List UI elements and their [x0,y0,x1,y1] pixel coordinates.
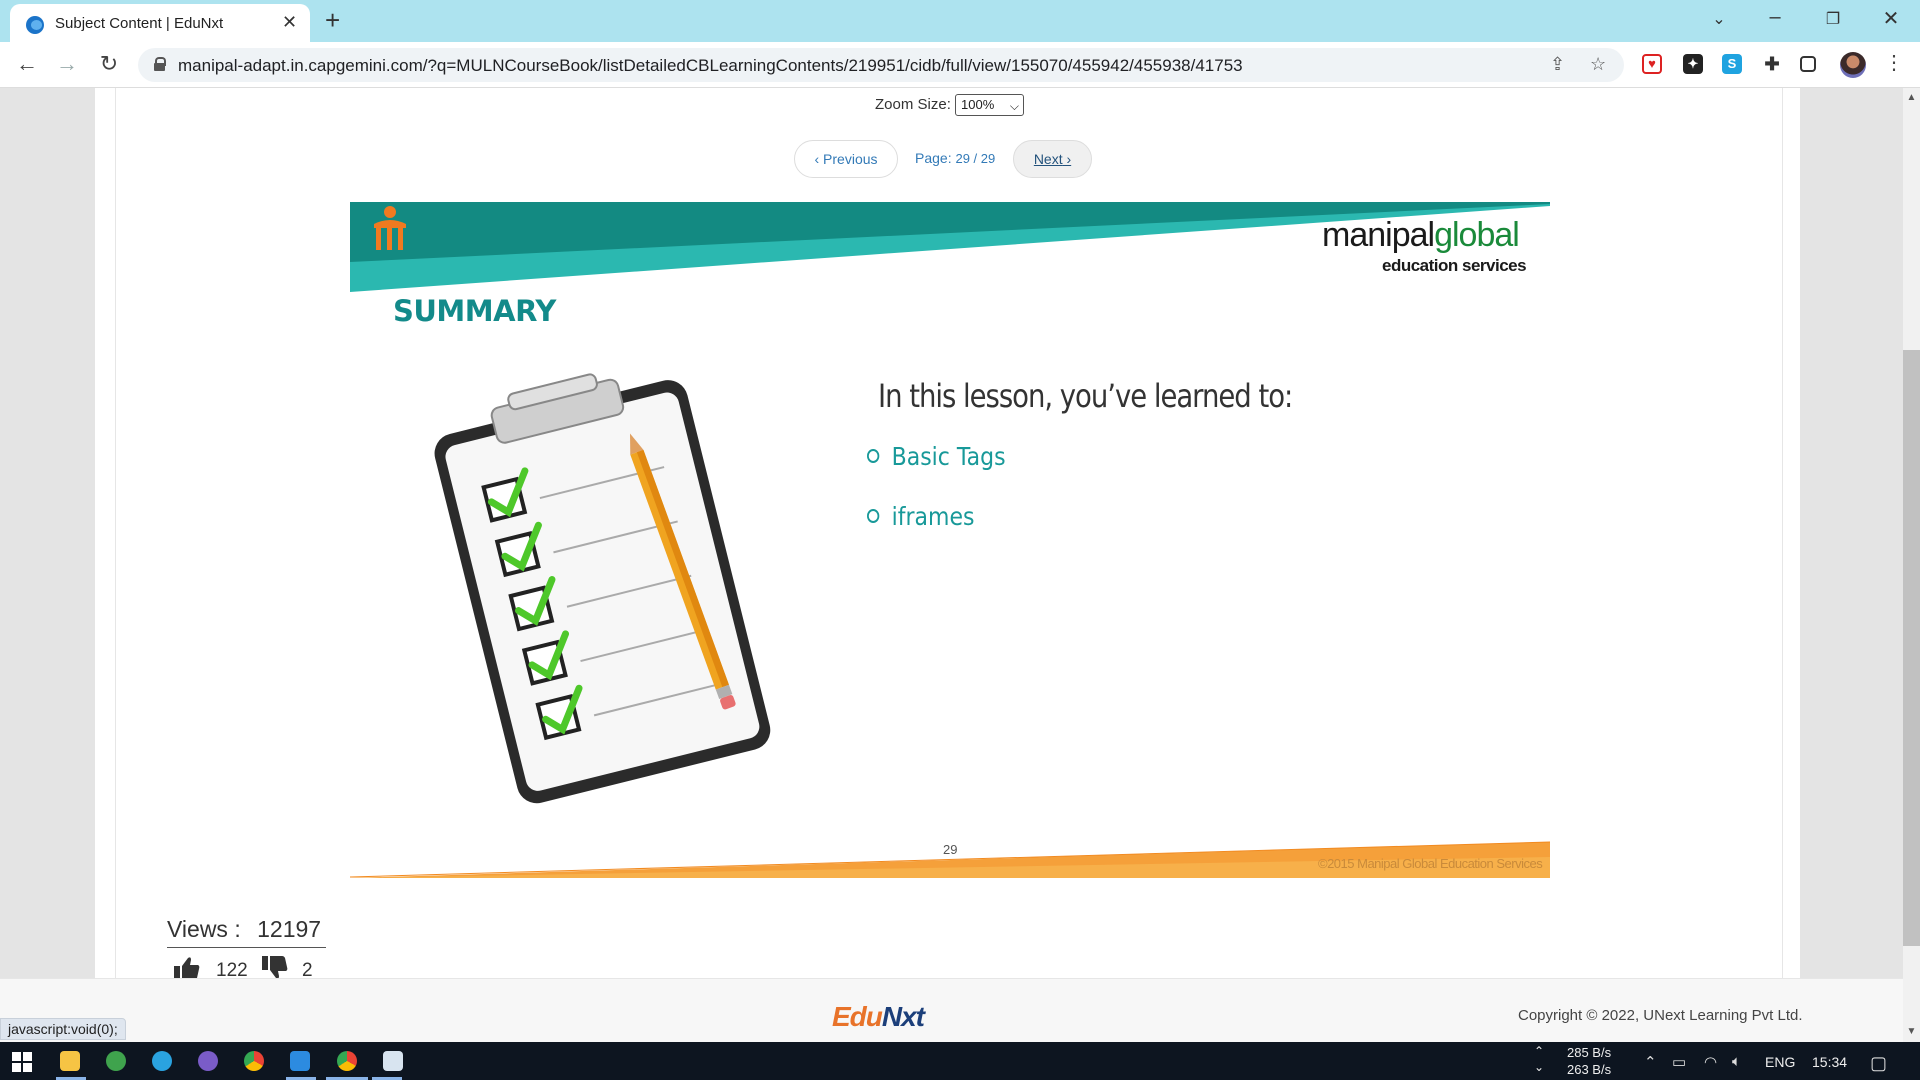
forward-icon[interactable]: → [52,51,82,77]
lesson-heading: In this lesson, you’ve learned to: [878,377,1293,415]
browser-tab[interactable]: Subject Content | EduNxt ✕ [10,4,310,42]
side-panel-icon[interactable] [1800,56,1816,72]
bullet-item: Basic Tags [867,442,1006,471]
scrollbar-thumb[interactable] [1903,350,1920,946]
previous-button[interactable]: ‹ Previous [794,140,898,178]
telegram-icon[interactable] [152,1051,172,1071]
edunxt-logo: EduNxt [832,1001,925,1032]
profile-avatar[interactable] [1840,52,1866,78]
photos-app-icon[interactable] [383,1051,403,1071]
url-field[interactable]: manipal-adapt.in.capgemini.com/?q=MULNCo… [138,48,1624,82]
reload-icon[interactable]: ↻ [94,51,124,77]
views-counter: Views : 12197 [167,916,321,943]
bullet-text: Basic Tags [891,442,1006,471]
page-label: Page: [915,150,952,166]
media-app-icon[interactable] [198,1051,218,1071]
close-tab-icon[interactable]: ✕ [282,12,297,33]
tab-strip: Subject Content | EduNxt ✕ + ⌄ – ❐ ✕ [0,0,1920,42]
extensions-puzzle-icon[interactable]: ✚ [1762,54,1782,74]
net-up-arrow-icon: ⌃ [1534,1044,1545,1058]
views-label: Views : [167,916,241,942]
next-label: Next [1033,151,1063,167]
previous-label: Previous [823,151,878,167]
chrome-icon[interactable] [244,1051,264,1071]
lock-icon[interactable] [154,57,166,71]
zoom-select[interactable]: 100% ⌵ [955,94,1024,116]
bullet-item: iframes [867,502,974,531]
footer-copyright: Copyright © 2022, UNext Learning Pvt Ltd… [1518,1007,1803,1024]
zoom-value: 100% [961,97,995,112]
chevron-right-icon: › [1066,151,1072,167]
share-icon[interactable]: ⇪ [1550,54,1565,75]
wifi-icon[interactable]: ◠ [1704,1053,1717,1071]
scroll-up-icon[interactable]: ▲ [1903,92,1920,103]
notifications-icon[interactable]: ▢ [1870,1053,1887,1074]
new-tab-icon[interactable]: + [325,5,340,36]
page-footer: EduNxt Copyright © 2022, UNext Learning … [0,978,1903,1042]
slide-page-number: 29 [943,842,958,857]
battery-icon[interactable]: ▭ [1672,1053,1686,1071]
close-window-icon[interactable]: ✕ [1876,6,1906,31]
s-extension-icon[interactable]: S [1722,54,1742,74]
page-indicator: Page: 29 / 29 [915,150,995,166]
lesson-slide: manipalglobal education services SUMMARY… [350,202,1550,878]
back-icon[interactable]: ← [12,51,42,77]
app-icon[interactable] [106,1051,126,1071]
menu-kebab-icon[interactable]: ⋮ [1884,50,1904,75]
page-margin-left [0,88,95,978]
chrome-active-icon[interactable] [337,1051,357,1071]
chevron-down-icon: ⌵ [1009,99,1019,113]
tab-search-icon[interactable]: ⌄ [1704,9,1734,29]
restore-icon[interactable]: ❐ [1818,9,1848,29]
vscode-icon[interactable] [290,1051,310,1071]
windows-taskbar [0,1042,1920,1080]
windows-start-icon[interactable] [12,1052,32,1072]
network-download-speed: 263 B/s [1567,1062,1612,1077]
thumbs-up-icon[interactable] [174,956,200,980]
extension-icon[interactable]: ✦ [1683,54,1703,74]
bookmark-star-icon[interactable]: ☆ [1590,54,1606,75]
views-count: 12197 [257,916,322,942]
slide-title: SUMMARY [393,294,556,328]
url-text: manipal-adapt.in.capgemini.com/?q=MULNCo… [178,56,1243,75]
show-hidden-icons-icon[interactable]: ⌃ [1644,1053,1657,1071]
views-divider [167,947,326,948]
next-button[interactable]: Next › [1013,140,1092,178]
minimize-icon[interactable]: – [1760,6,1790,29]
net-down-arrow-icon: ⌄ [1534,1060,1545,1074]
thumbs-down-icon[interactable] [262,956,288,980]
slide-copyright: ©2015 Manipal Global Education Services [1318,856,1543,871]
checklist-clipboard-icon [434,373,771,804]
bullet-text: iframes [891,502,975,531]
scroll-down-icon[interactable]: ▼ [1903,1026,1920,1037]
edunxt-favicon-icon [26,16,44,34]
language-indicator[interactable]: ENG [1765,1054,1795,1070]
clock[interactable]: 15:34 [1812,1054,1847,1070]
pocket-extension-icon[interactable]: ♥ [1642,54,1662,74]
address-bar-row: ← → ↻ manipal-adapt.in.capgemini.com/?q=… [0,42,1920,88]
manipal-logo-subtitle: education services [1382,256,1527,275]
volume-icon[interactable]: 🔈︎ [1732,1053,1741,1070]
zoom-label: Zoom Size: [875,96,951,113]
bullet-ring-icon [867,449,880,463]
page-count: 29 / 29 [955,151,996,166]
bullet-ring-icon [867,509,880,523]
chevron-left-icon: ‹ [814,151,820,167]
page-margin-right [1800,88,1903,978]
network-upload-speed: 285 B/s [1567,1045,1612,1060]
manipal-global-logo: manipalglobal [1322,216,1520,254]
tab-title: Subject Content | EduNxt [55,15,224,32]
file-explorer-icon[interactable] [60,1051,80,1071]
status-bar-url: javascript:void(0); [0,1018,126,1040]
